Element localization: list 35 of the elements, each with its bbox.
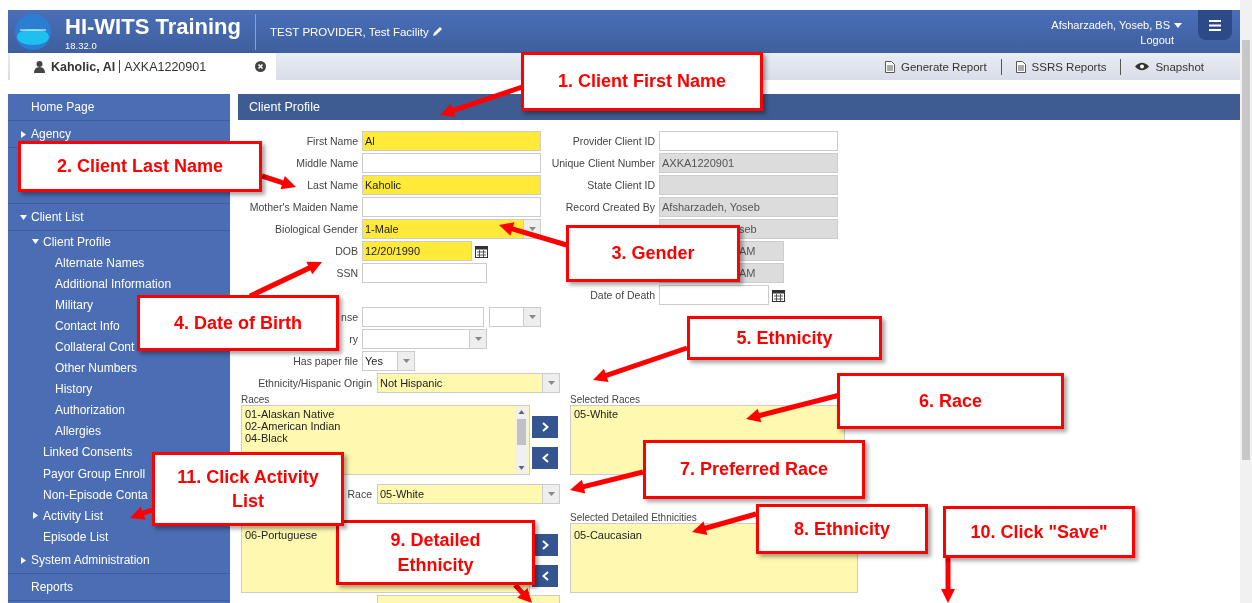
client-number: AXKA1220901 [124, 59, 207, 74]
field-label: DOB [335, 245, 358, 257]
field-label: Race [347, 488, 372, 500]
list-label: Selected Detailed Ethnicities [570, 512, 697, 523]
annotation-tooltip: 7. Preferred Race [643, 440, 865, 499]
annotation-tooltip: 3. Gender [566, 225, 740, 282]
list-label: Races [241, 394, 270, 405]
annotation-tooltip: 6. Race [837, 373, 1064, 429]
field-label: nse [341, 311, 358, 323]
app-title: HI-WITS Training [65, 16, 241, 39]
field-label: First Name [306, 135, 358, 147]
annotation-tooltip: 11. Click Activity List [152, 452, 344, 526]
annotation-tooltip: 10. Click "Save" [943, 506, 1135, 558]
field-label: Last Name [307, 179, 358, 191]
annotation-tooltip: 2. Client Last Name [18, 141, 262, 192]
field-label: Middle Name [296, 157, 358, 169]
annotation-tooltip: 8. Ethnicity [756, 504, 928, 554]
field-label: Provider Client ID [572, 135, 655, 147]
list-label: Selected Races [570, 394, 641, 405]
field-label: Ethnicity/Hispanic Origin [258, 377, 372, 389]
field-label: Date of Death [590, 289, 655, 301]
field-label: SSN [336, 267, 358, 279]
field-label: Mother's Maiden Name [249, 201, 358, 213]
annotation-tooltip: 5. Ethnicity [687, 316, 882, 360]
field-label: Record Created By [565, 201, 655, 213]
annotation-tooltip: 4. Date of Birth [137, 295, 339, 351]
field-label: Has paper file [293, 355, 358, 367]
field-label: State Client ID [587, 179, 655, 191]
field-label: Unique Client Number [551, 157, 655, 169]
field-label: ry [349, 333, 358, 345]
client-name: Kaholic, Al [51, 59, 116, 74]
field-label: Biological Gender [275, 223, 358, 235]
annotation-tooltip: 1. Client First Name [521, 52, 763, 111]
annotation-tooltip: 9. Detailed Ethnicity [336, 520, 535, 585]
version-number: 18.32.0 [65, 41, 98, 51]
